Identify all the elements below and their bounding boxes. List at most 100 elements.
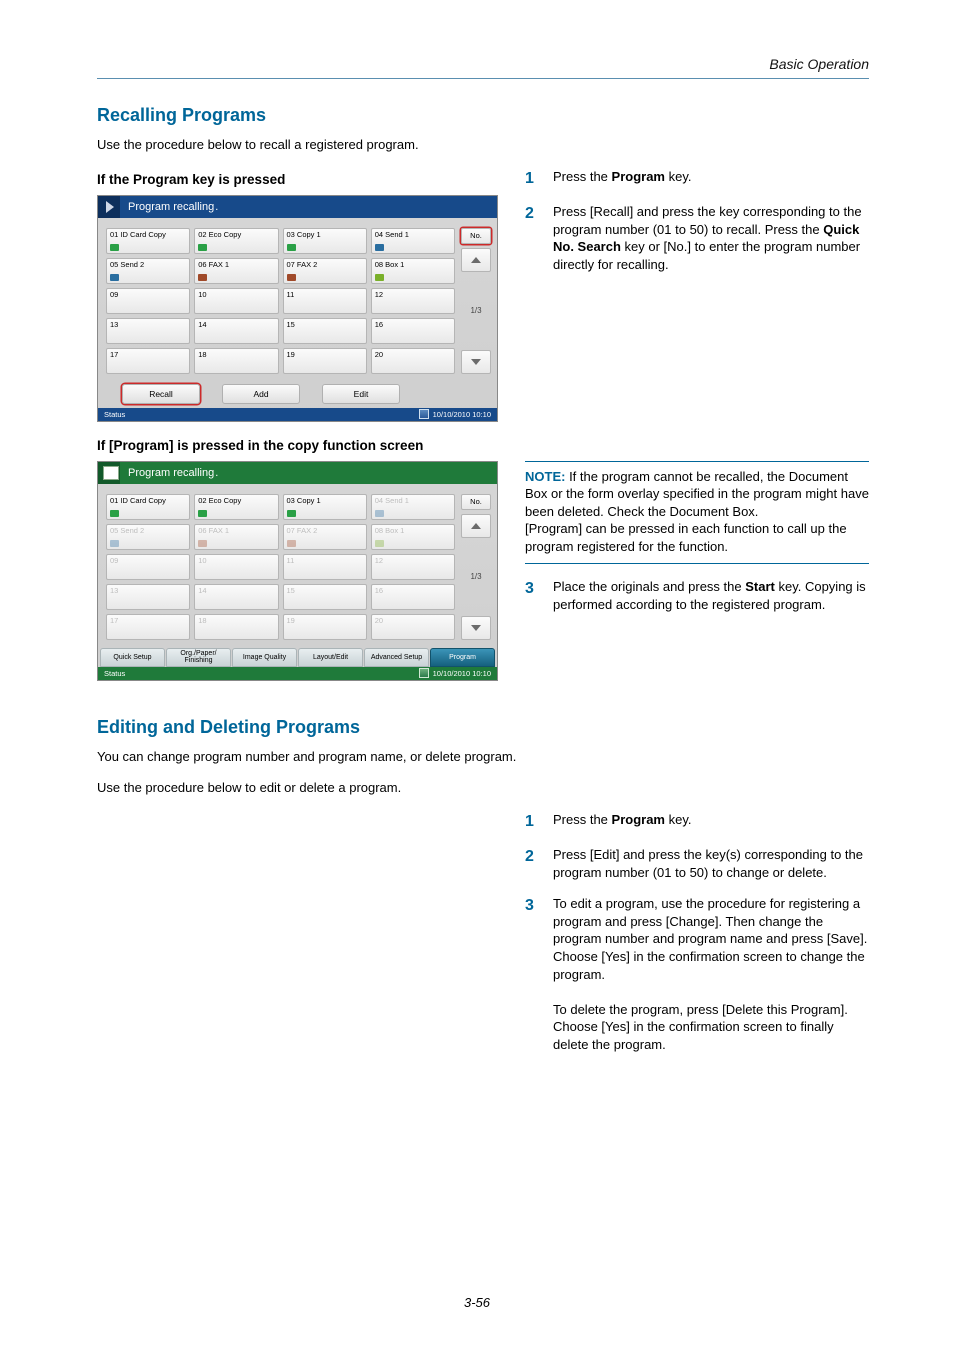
- slot-label: 02 Eco Copy: [198, 231, 241, 239]
- add-tab[interactable]: Add: [222, 384, 300, 404]
- layout-edit-tab[interactable]: Layout/Edit: [298, 648, 363, 667]
- program-slot[interactable]: 07 FAX 2: [283, 258, 367, 284]
- slot-label: 17: [110, 351, 118, 359]
- edit-tab[interactable]: Edit: [322, 384, 400, 404]
- program-grid: 01 ID Card Copy 02 Eco Copy 03 Copy 1 04…: [106, 228, 455, 374]
- slot-label: 15: [287, 587, 295, 595]
- page-indicator: 1/3: [461, 276, 491, 346]
- slot-label: 04 Send 1: [375, 497, 409, 505]
- if-program-key-pressed-label: If the Program key is pressed: [97, 172, 497, 187]
- slot-label: 12: [375, 291, 383, 299]
- timestamp-label: 10/10/2010 10:10: [433, 410, 491, 419]
- slot-label: 10: [198, 291, 206, 299]
- slot-label: 06 FAX 1: [198, 527, 229, 535]
- slot-label: 15: [287, 321, 295, 329]
- step1-text: Press the Program key.: [553, 168, 869, 190]
- screenshot-title-dot: .: [215, 467, 218, 479]
- program-slot-disabled: 17: [106, 614, 190, 640]
- program-slot[interactable]: 05 Send 2: [106, 258, 190, 284]
- program-slot[interactable]: 11: [283, 288, 367, 314]
- running-header: Basic Operation: [97, 56, 869, 72]
- program-slot-disabled: 20: [371, 614, 455, 640]
- program-slot-disabled: 05 Send 2: [106, 524, 190, 550]
- chevron-down-icon: [471, 625, 481, 631]
- program-slot-disabled: 08 Box 1: [371, 524, 455, 550]
- step3-text: Place the originals and press the Start …: [553, 578, 869, 613]
- program-slot[interactable]: 15: [283, 318, 367, 344]
- no-button[interactable]: No.: [461, 228, 491, 244]
- program-slot[interactable]: 09: [106, 288, 190, 314]
- program-slot[interactable]: 03 Copy 1: [283, 494, 367, 520]
- send-icon: [375, 510, 384, 517]
- program-tab[interactable]: Program: [430, 648, 495, 667]
- edit-intro-1: You can change program number and progra…: [97, 748, 869, 766]
- program-slot[interactable]: 08 Box 1: [371, 258, 455, 284]
- header-rule: [97, 78, 869, 79]
- program-slot[interactable]: 17: [106, 348, 190, 374]
- quick-setup-tab[interactable]: Quick Setup: [100, 648, 165, 667]
- screenshot-header: Program recalling.: [98, 196, 497, 218]
- no-button[interactable]: No.: [461, 494, 491, 510]
- program-slot[interactable]: 01 ID Card Copy: [106, 228, 190, 254]
- slot-label: 04 Send 1: [375, 231, 409, 239]
- program-slot[interactable]: 13: [106, 318, 190, 344]
- status-label[interactable]: Status: [104, 669, 125, 678]
- slot-label: 14: [198, 321, 206, 329]
- status-label[interactable]: Status: [104, 410, 125, 419]
- edit-intro-2: Use the procedure below to edit or delet…: [97, 779, 869, 797]
- header-arrow-icon: [98, 196, 120, 218]
- fax-icon: [198, 274, 207, 281]
- recall-tab[interactable]: Recall: [122, 384, 200, 404]
- program-slot[interactable]: 14: [194, 318, 278, 344]
- scroll-up-button[interactable]: [461, 514, 491, 538]
- note-body-1: If the program cannot be recalled, the D…: [525, 469, 869, 519]
- program-slot[interactable]: 18: [194, 348, 278, 374]
- slot-label: 02 Eco Copy: [198, 497, 241, 505]
- program-slot[interactable]: 16: [371, 318, 455, 344]
- send-icon: [110, 274, 119, 281]
- program-slot-disabled: 06 FAX 1: [194, 524, 278, 550]
- if-program-pressed-copy-label: If [Program] is pressed in the copy func…: [97, 438, 869, 453]
- image-quality-tab[interactable]: Image Quality: [232, 648, 297, 667]
- program-recall-screenshot-copy: Program recalling. 01 ID Card Copy 02 Ec…: [97, 461, 498, 681]
- slot-label: 01 ID Card Copy: [110, 231, 166, 239]
- program-slot[interactable]: 06 FAX 1: [194, 258, 278, 284]
- slot-label: 20: [375, 617, 383, 625]
- slot-label: 05 Send 2: [110, 261, 144, 269]
- program-slot[interactable]: 10: [194, 288, 278, 314]
- note-box: NOTE: If the program cannot be recalled,…: [525, 461, 869, 565]
- edit-step2-text: Press [Edit] and press the key(s) corres…: [553, 846, 869, 881]
- scroll-down-button[interactable]: [461, 616, 491, 640]
- slot-label: 09: [110, 557, 118, 565]
- advanced-setup-tab[interactable]: Advanced Setup: [364, 648, 429, 667]
- scroll-up-button[interactable]: [461, 248, 491, 272]
- copy-icon: [110, 244, 119, 251]
- org-paper-finishing-tab[interactable]: Org./Paper/ Finishing: [166, 648, 231, 667]
- step-number-2: 2: [525, 203, 539, 273]
- program-slot[interactable]: 01 ID Card Copy: [106, 494, 190, 520]
- edit-step1-text: Press the Program key.: [553, 811, 869, 833]
- program-slot[interactable]: 02 Eco Copy: [194, 494, 278, 520]
- program-slot[interactable]: 20: [371, 348, 455, 374]
- chevron-up-icon: [471, 257, 481, 263]
- program-slot[interactable]: 12: [371, 288, 455, 314]
- program-slot[interactable]: 19: [283, 348, 367, 374]
- program-slot[interactable]: 02 Eco Copy: [194, 228, 278, 254]
- box-icon: [375, 274, 384, 281]
- slot-label: 09: [110, 291, 118, 299]
- copy-icon: [110, 510, 119, 517]
- screenshot-header: Program recalling.: [98, 462, 497, 484]
- status-bar: Status 10/10/2010 10:10: [98, 667, 497, 680]
- chevron-up-icon: [471, 523, 481, 529]
- program-slot-disabled: 18: [194, 614, 278, 640]
- program-slot-disabled: 15: [283, 584, 367, 610]
- step2-text: Press [Recall] and press the key corresp…: [553, 203, 869, 273]
- copy-icon: [287, 244, 296, 251]
- program-slot[interactable]: 03 Copy 1: [283, 228, 367, 254]
- scroll-down-button[interactable]: [461, 350, 491, 374]
- edit-step-number-2: 2: [525, 846, 539, 881]
- slot-label: 16: [375, 587, 383, 595]
- program-grid: 01 ID Card Copy 02 Eco Copy 03 Copy 1 04…: [106, 494, 455, 640]
- program-slot[interactable]: 04 Send 1: [371, 228, 455, 254]
- program-recall-screenshot-generic: Program recalling. 01 ID Card Copy 02 Ec…: [97, 195, 498, 422]
